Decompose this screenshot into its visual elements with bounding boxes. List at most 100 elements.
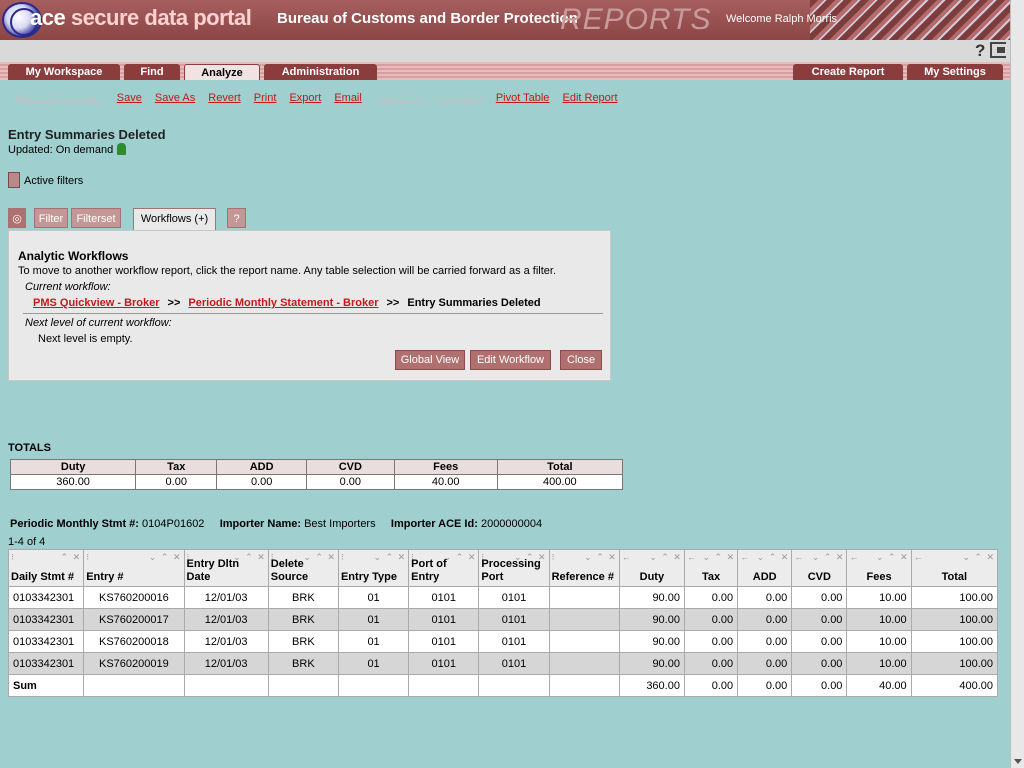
global-view-button[interactable]: Global View <box>395 350 465 370</box>
column-resize-icon[interactable]: ← <box>794 551 803 564</box>
logo-rest-text: secure data portal <box>65 5 252 30</box>
totals-value: 400.00 <box>496 474 624 490</box>
pivot-table-link[interactable]: Pivot Table <box>496 92 550 104</box>
column-header[interactable]: ⌄ ⌃ ✕ ⁝ Processing Port <box>478 549 550 587</box>
table-cell: KS760200019 <box>83 652 185 675</box>
sort-controls-icon[interactable]: ⌄ ⌃ ✕ <box>876 551 909 564</box>
filter-toggle-icon[interactable] <box>8 172 20 188</box>
nav-tab-analyze[interactable]: Analyze <box>184 64 260 80</box>
sort-controls-icon[interactable]: ⌄ ⌃ ✕ <box>233 551 266 564</box>
column-resize-icon[interactable]: ⁝ <box>187 551 190 564</box>
close-button[interactable]: Close <box>560 350 602 370</box>
edit-workflow-button[interactable]: Edit Workflow <box>470 350 551 370</box>
column-resize-icon[interactable]: ⁝ <box>271 551 274 564</box>
save-link[interactable]: Save <box>117 92 142 104</box>
edit-report-link[interactable]: Edit Report <box>562 92 617 104</box>
column-header[interactable]: ⌃ ✕ ⁝ Daily Stmt # <box>7 549 85 587</box>
totals-value: 40.00 <box>393 474 498 490</box>
sort-controls-icon[interactable]: ⌄ ⌃ ✕ <box>962 551 995 564</box>
column-header[interactable]: ⌄ ⌃ ✕ ⁝ Entry Type <box>337 549 410 587</box>
stmt-label: Periodic Monthly Stmt #: <box>10 518 139 530</box>
column-resize-icon[interactable]: ⁝ <box>86 551 89 564</box>
column-resize-icon[interactable]: ⁝ <box>411 551 414 564</box>
column-header[interactable]: ⌄ ⌃ ✕ ⁝ Reference # <box>548 549 620 587</box>
sort-controls-icon[interactable]: ⌄ ⌃ ✕ <box>703 551 736 564</box>
column-header[interactable]: ⌄ ⌃ ✕ ⁝ Entry # <box>83 549 185 587</box>
nav-tab-my-workspace[interactable]: My Workspace <box>8 64 120 80</box>
sort-controls-icon[interactable]: ⌄ ⌃ ✕ <box>514 551 547 564</box>
column-resize-icon[interactable]: ⁝ <box>552 551 555 564</box>
column-header[interactable]: ⌄ ⌃ ✕ ← Total <box>910 549 999 587</box>
nav-tab-administration[interactable]: Administration <box>264 64 377 80</box>
export-link[interactable]: Export <box>289 92 321 104</box>
workflow-separator: >> <box>386 297 400 309</box>
active-filters-toggle[interactable]: Active filters <box>8 172 83 188</box>
column-header[interactable]: ⌄ ⌃ ✕ ⁝ Delete Source <box>267 549 339 587</box>
save-as-link[interactable]: Save As <box>155 92 195 104</box>
table-cell: BRK <box>267 608 339 631</box>
column-header[interactable]: ⌄ ⌃ ✕ ⁝ Port of Entry <box>408 549 480 587</box>
sort-controls-icon[interactable]: ⌄ ⌃ ✕ <box>812 551 845 564</box>
workflow-link-pms-quickview[interactable]: PMS Quickview - Broker <box>33 297 160 309</box>
table-row[interactable]: 0103342301 KS760200018 12/01/03 BRK 01 0101 01… <box>7 630 999 653</box>
table-cell: 0101 <box>478 630 550 653</box>
tab-filterset[interactable]: Filterset <box>71 208 121 228</box>
sort-controls-icon[interactable]: ⌄ ⌃ ✕ <box>757 551 790 564</box>
next-level-label: Next level of current workflow: <box>25 317 172 329</box>
table-cell <box>408 674 480 697</box>
table-cell: 0.00 <box>683 608 739 631</box>
sort-controls-icon[interactable]: ⌄ ⌃ ✕ <box>303 551 336 564</box>
nav-tab-my-settings[interactable]: My Settings <box>907 64 1003 80</box>
column-resize-icon[interactable]: ⁝ <box>11 551 14 564</box>
column-resize-icon[interactable]: ← <box>914 551 923 564</box>
table-cell: 0101 <box>408 586 480 609</box>
nav-tab-create-report[interactable]: Create Report <box>793 64 903 80</box>
sort-controls-icon[interactable]: ⌄ ⌃ ✕ <box>444 551 477 564</box>
email-link[interactable]: Email <box>334 92 362 104</box>
tab-help[interactable]: ? <box>227 208 246 228</box>
table-row[interactable]: 0103342301 KS760200016 12/01/03 BRK 01 0101 01… <box>7 586 999 609</box>
sort-controls-icon[interactable]: ⌄ ⌃ ✕ <box>584 551 617 564</box>
column-resize-icon[interactable]: ⁝ <box>481 551 484 564</box>
column-resize-icon[interactable]: ← <box>687 551 696 564</box>
table-row[interactable]: 0103342301 KS760200017 12/01/03 BRK 01 0101 01… <box>7 608 999 631</box>
column-resize-icon[interactable]: ← <box>622 551 631 564</box>
nav-tab-find[interactable]: Find <box>124 64 180 80</box>
filter-tabs-menu-icon[interactable]: ◎ <box>8 208 26 228</box>
current-workflow-label: Current workflow: <box>25 281 111 293</box>
sort-controls-icon[interactable]: ⌄ ⌃ ✕ <box>374 551 407 564</box>
updated-status: Updated: On demand <box>8 143 127 156</box>
sort-controls-icon[interactable]: ⌄ ⌃ ✕ <box>149 551 182 564</box>
column-header[interactable]: ⌄ ⌃ ✕ ← Tax <box>683 549 739 587</box>
help-icon[interactable]: ? <box>975 41 985 61</box>
column-resize-icon[interactable]: ⁝ <box>341 551 344 564</box>
tab-filter[interactable]: Filter <box>34 208 68 228</box>
sum-row[interactable]: Sum 360.00 0.00 0.00 0.00 40.00 400.00 <box>7 674 999 697</box>
column-header[interactable]: ⌄ ⌃ ✕ ← Fees <box>846 549 912 587</box>
column-header[interactable]: ⌄ ⌃ ✕ ← Duty <box>618 549 685 587</box>
table-cell: 0.00 <box>737 608 793 631</box>
table-body: 0103342301 KS760200016 12/01/03 BRK 01 0101 01… <box>7 586 999 697</box>
table-cell: 100.00 <box>910 586 999 609</box>
scroll-down-icon[interactable] <box>1014 759 1022 764</box>
column-header-label: Reference # <box>551 571 614 583</box>
sort-controls-icon[interactable]: ⌄ ⌃ ✕ <box>649 551 682 564</box>
totals-value-row: 360.00 0.00 0.00 0.00 40.00 400.00 <box>9 474 624 490</box>
person-icon <box>117 143 127 155</box>
importer-value: Best Importers <box>304 518 376 530</box>
table-cell: 0101 <box>408 652 480 675</box>
column-header[interactable]: ⌄ ⌃ ✕ ← CVD <box>791 549 848 587</box>
revert-link[interactable]: Revert <box>208 92 240 104</box>
column-header[interactable]: ⌄ ⌃ ✕ ⁝ Entry Dltn Date <box>183 549 269 587</box>
print-link[interactable]: Print <box>254 92 277 104</box>
vertical-scrollbar[interactable] <box>1010 0 1024 768</box>
workflow-link-periodic-monthly[interactable]: Periodic Monthly Statement - Broker <box>188 297 378 309</box>
logout-icon[interactable] <box>990 42 1006 58</box>
column-header[interactable]: ⌄ ⌃ ✕ ← ADD <box>737 549 793 587</box>
sort-controls-icon[interactable]: ⌃ ✕ <box>61 551 82 564</box>
tab-workflows[interactable]: Workflows (+) <box>133 208 216 230</box>
table-row[interactable]: 0103342301 KS760200019 12/01/03 BRK 01 0101 01… <box>7 652 999 675</box>
column-resize-icon[interactable]: ← <box>849 551 858 564</box>
column-resize-icon[interactable]: ← <box>740 551 749 564</box>
table-cell: 90.00 <box>618 652 685 675</box>
